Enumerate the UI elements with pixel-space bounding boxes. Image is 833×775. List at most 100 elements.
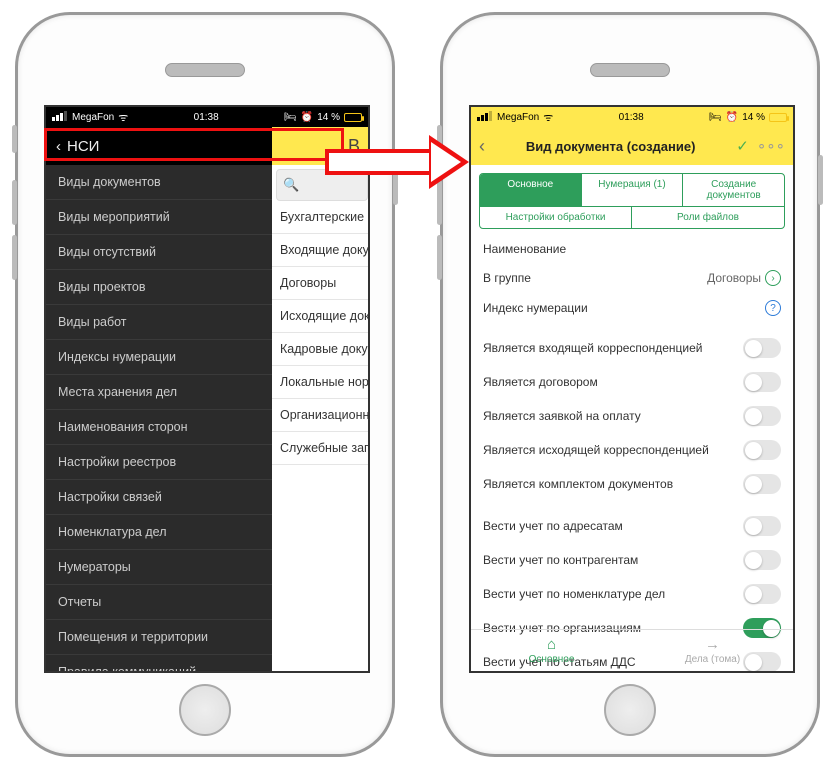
battery-icon [344, 113, 362, 122]
clock-label: 01:38 [619, 112, 644, 123]
sidebar-item[interactable]: Виды документов [46, 165, 272, 200]
help-icon[interactable]: ? [765, 300, 781, 316]
list-item[interactable]: Исходящие док [272, 300, 368, 333]
alarm-icon-2: ⏰ [726, 112, 738, 123]
signal-icon [477, 111, 493, 124]
sidebar-item[interactable]: Настройки связей [46, 480, 272, 515]
field-label: Индекс нумерации [483, 301, 588, 315]
field-value: Договоры [707, 271, 761, 285]
toggle-row[interactable]: Является заявкой на оплату [483, 399, 781, 433]
sidebar-item[interactable]: Места хранения дел [46, 375, 272, 410]
toggle-row[interactable]: Является комплектом документов [483, 467, 781, 501]
bottom-tab[interactable]: →Дела (тома) [632, 630, 793, 671]
toggle-switch[interactable] [743, 406, 781, 426]
battery-icon [769, 113, 787, 122]
toggle-row[interactable]: Вести учет по номенклатуре дел [483, 577, 781, 611]
home-button[interactable] [604, 684, 656, 736]
toggle-switch[interactable] [743, 440, 781, 460]
list-item[interactable]: Кадровые доку [272, 333, 368, 366]
toggle-switch[interactable] [743, 550, 781, 570]
search-icon: 🔍 [283, 177, 299, 193]
toggle-label: Является исходящей корреспонденцией [483, 443, 709, 457]
sidebar-item[interactable]: Виды отсутствий [46, 235, 272, 270]
back-button[interactable]: ‹ [479, 136, 485, 157]
toggle-label: Является договором [483, 375, 598, 389]
battery-pct: 14 % [317, 112, 340, 123]
tab[interactable]: Настройки обработки [480, 207, 632, 228]
sidebar-item[interactable]: Индексы нумерации [46, 340, 272, 375]
home-button[interactable] [179, 684, 231, 736]
carrier-label: MegaFon [497, 112, 539, 123]
wifi-icon: ᯤ [118, 110, 128, 125]
toggle-switch[interactable] [743, 584, 781, 604]
sidebar-item[interactable]: Виды мероприятий [46, 200, 272, 235]
toggle-label: Вести учет по номенклатуре дел [483, 587, 665, 601]
toggle-row[interactable]: Вести учет по адресатам [483, 509, 781, 543]
status-bar: MegaFon ᯤ 01:38 🛏 ⏰ 14 % [46, 107, 368, 127]
chevron-right-icon[interactable]: › [765, 270, 781, 286]
confirm-icon[interactable]: ✓ [736, 137, 749, 155]
sidebar-item[interactable]: Нумераторы [46, 550, 272, 585]
field-label: Наименование [483, 242, 566, 256]
sidebar-item[interactable]: Виды проектов [46, 270, 272, 305]
tab[interactable]: Роли файлов [632, 207, 784, 228]
field-group[interactable]: В группе Договоры › [483, 263, 781, 293]
toggle-switch[interactable] [743, 372, 781, 392]
battery-pct: 14 % [742, 112, 765, 123]
phone-mockup-right: MegaFon ᯤ 01:38 🛏 ⏰ 14 % ‹ Вид документа… [440, 12, 820, 757]
highlight-rectangle [44, 128, 344, 161]
list-item[interactable]: Локальные нор [272, 366, 368, 399]
field-index[interactable]: Индекс нумерации ? [483, 293, 781, 323]
toggle-switch[interactable] [743, 516, 781, 536]
sidebar-panel: ‹ НСИ Виды документовВиды мероприятийВид… [46, 127, 272, 671]
sidebar-item[interactable]: Помещения и территории [46, 620, 272, 655]
sidebar-item[interactable]: Наименования сторон [46, 410, 272, 445]
phone-mockup-left: MegaFon ᯤ 01:38 🛏 ⏰ 14 % ≡ В ‹ НСИ Виды … [15, 12, 395, 757]
clock-label: 01:38 [194, 112, 219, 123]
list-item[interactable]: Входящие доку [272, 234, 368, 267]
list-item[interactable]: Договоры [272, 267, 368, 300]
toggle-label: Вести учет по адресатам [483, 519, 623, 533]
screen-right: MegaFon ᯤ 01:38 🛏 ⏰ 14 % ‹ Вид документа… [469, 105, 795, 673]
tab[interactable]: Нумерация (1) [582, 174, 684, 207]
alarm-icon: 🛏 [709, 112, 722, 123]
tab[interactable]: Основное [480, 174, 582, 207]
screen-left: MegaFon ᯤ 01:38 🛏 ⏰ 14 % ≡ В ‹ НСИ Виды … [44, 105, 370, 673]
toggle-row[interactable]: Является входящей корреспонденцией [483, 331, 781, 365]
sidebar-item[interactable]: Виды работ [46, 305, 272, 340]
toggle-label: Вести учет по контрагентам [483, 553, 638, 567]
form-body: Наименование В группе Договоры › Индекс … [471, 229, 793, 673]
toggle-label: Является входящей корреспонденцией [483, 341, 702, 355]
sidebar-item[interactable]: Отчеты [46, 585, 272, 620]
arrow-right-icon: → [705, 636, 720, 653]
page-header: ‹ Вид документа (создание) ✓ ∘∘∘ [471, 127, 793, 165]
toggle-row[interactable]: Вести учет по контрагентам [483, 543, 781, 577]
list-item[interactable]: Бухгалтерские [272, 201, 368, 234]
home-icon: ⌂ [547, 636, 556, 653]
background-list: 🔍 БухгалтерскиеВходящие докуДоговорыИсхо… [272, 165, 368, 671]
carrier-label: MegaFon [72, 112, 114, 123]
sidebar-item[interactable]: Настройки реестров [46, 445, 272, 480]
toggle-label: Является комплектом документов [483, 477, 673, 491]
field-name[interactable]: Наименование [483, 235, 781, 263]
toggle-switch[interactable] [743, 338, 781, 358]
toggle-label: Является заявкой на оплату [483, 409, 641, 423]
sidebar-item[interactable]: Номенклатура дел [46, 515, 272, 550]
field-label: В группе [483, 271, 531, 285]
transition-arrow [325, 138, 475, 186]
toggle-switch[interactable] [743, 474, 781, 494]
sidebar-item[interactable]: Правила коммуникаций [46, 655, 272, 671]
toggle-row[interactable]: Является договором [483, 365, 781, 399]
list-item[interactable]: Служебные зап [272, 432, 368, 465]
alarm-icon: 🛏 [284, 112, 297, 123]
status-bar: MegaFon ᯤ 01:38 🛏 ⏰ 14 % [471, 107, 793, 127]
bottom-tab-label: Дела (тома) [685, 654, 740, 665]
tab[interactable]: Создание документов [683, 174, 784, 207]
more-icon[interactable]: ∘∘∘ [757, 137, 785, 155]
list-item[interactable]: Организационн [272, 399, 368, 432]
page-title: Вид документа (создание) [526, 139, 696, 154]
tab-bar: ОсновноеНумерация (1)Создание документов… [479, 173, 785, 229]
alarm-icon-2: ⏰ [301, 112, 313, 123]
toggle-row[interactable]: Является исходящей корреспонденцией [483, 433, 781, 467]
bottom-tab[interactable]: ⌂Основное [471, 630, 632, 671]
